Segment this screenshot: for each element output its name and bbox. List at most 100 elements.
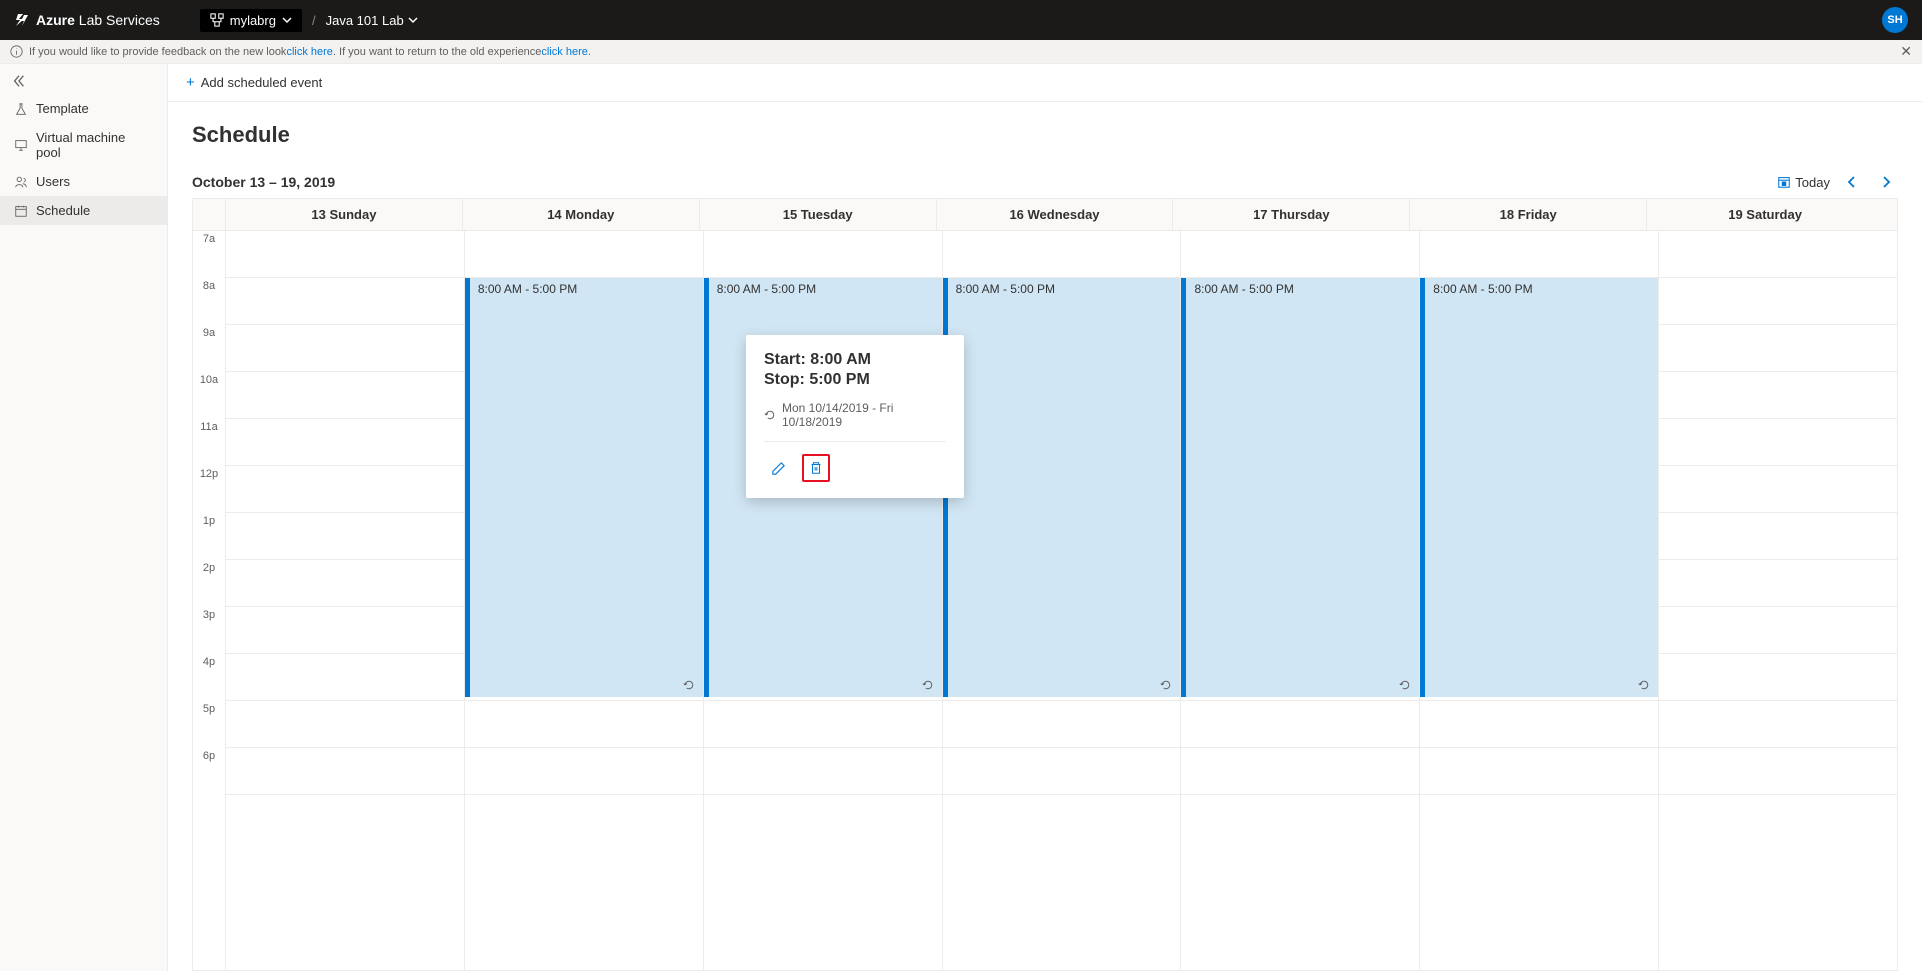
feedback-bar: If you would like to provide feedback on…	[0, 40, 1922, 64]
day-header: 17 Thursday	[1172, 199, 1409, 230]
calendar-icon	[1777, 175, 1791, 189]
event-time-label: 8:00 AM - 5:00 PM	[1433, 282, 1532, 296]
day-grid: 8:00 AM - 5:00 PM 8:00 AM - 5:00 PM 8:00 A…	[225, 231, 1897, 970]
prev-week-button[interactable]	[1840, 174, 1864, 190]
page-body: Schedule October 13 – 19, 2019 Today	[168, 102, 1922, 971]
hour-label: 9a	[193, 325, 225, 372]
hour-label: 1p	[193, 513, 225, 560]
day-header: 15 Tuesday	[699, 199, 936, 230]
hour-label: 6p	[193, 748, 225, 795]
product-name: Azure Lab Services	[36, 12, 160, 28]
feedback-link-new[interactable]: click here	[286, 46, 332, 58]
sidebar-item-label: Template	[36, 101, 89, 116]
content: + Add scheduled event Schedule October 1…	[168, 64, 1922, 971]
toolbar: + Add scheduled event	[168, 64, 1922, 102]
chevron-down-icon	[282, 15, 292, 25]
lab-name-label: Java 101 Lab	[326, 13, 404, 28]
calendar-day-header: 13 Sunday14 Monday15 Tuesday16 Wednesday…	[193, 199, 1897, 231]
feedback-link-old[interactable]: click here	[541, 46, 587, 58]
hour-label: 11a	[193, 419, 225, 466]
hour-label: 7a	[193, 231, 225, 278]
main-area: Template Virtual machine pool Users Sche…	[0, 64, 1922, 971]
add-scheduled-event-button[interactable]: + Add scheduled event	[186, 74, 322, 91]
refresh-icon	[1399, 679, 1411, 691]
sidebar-item-users[interactable]: Users	[0, 167, 167, 196]
hour-label: 10a	[193, 372, 225, 419]
product-logo[interactable]: Azure Lab Services	[14, 12, 160, 28]
flask-icon	[14, 102, 28, 116]
refresh-icon	[683, 679, 695, 691]
event-popup: Start: 8:00 AM Stop: 5:00 PM Mon 10/14/2…	[746, 335, 964, 498]
date-range: October 13 – 19, 2019	[192, 174, 335, 190]
monitor-icon	[14, 138, 28, 152]
event-time-label: 8:00 AM - 5:00 PM	[478, 282, 577, 296]
hour-label: 4p	[193, 654, 225, 701]
refresh-icon	[1638, 679, 1650, 691]
day-header: 16 Wednesday	[936, 199, 1173, 230]
day-header: 13 Sunday	[225, 199, 462, 230]
resource-group-label: mylabrg	[230, 13, 276, 28]
scheduled-event[interactable]: 8:00 AM - 5:00 PM	[943, 278, 1181, 697]
event-time-label: 8:00 AM - 5:00 PM	[1194, 282, 1293, 296]
page-title: Schedule	[192, 122, 1898, 148]
refresh-icon	[1160, 679, 1172, 691]
refresh-icon	[922, 679, 934, 691]
popup-actions	[764, 454, 946, 482]
feedback-text: .	[588, 46, 591, 58]
feedback-text: . If you want to return to the old exper…	[333, 46, 542, 58]
resource-group-icon	[210, 13, 224, 27]
event-time-label: 8:00 AM - 5:00 PM	[717, 282, 816, 296]
lab-selector[interactable]: Java 101 Lab	[326, 13, 418, 28]
hour-label: 2p	[193, 560, 225, 607]
day-column[interactable]	[1658, 231, 1897, 970]
scheduled-event[interactable]: 8:00 AM - 5:00 PM	[1420, 278, 1658, 697]
azure-icon	[14, 12, 30, 28]
user-avatar[interactable]: SH	[1882, 7, 1908, 33]
day-column[interactable]	[225, 231, 464, 970]
refresh-icon	[764, 409, 776, 421]
today-button[interactable]: Today	[1777, 175, 1830, 190]
event-time-label: 8:00 AM - 5:00 PM	[956, 282, 1055, 296]
sidebar-item-label: Virtual machine pool	[36, 130, 153, 160]
day-header: 18 Friday	[1409, 199, 1646, 230]
hour-label: 8a	[193, 278, 225, 325]
sidebar-item-vm-pool[interactable]: Virtual machine pool	[0, 123, 167, 167]
day-column[interactable]: 8:00 AM - 5:00 PM	[1419, 231, 1658, 970]
sidebar-item-template[interactable]: Template	[0, 94, 167, 123]
info-icon	[10, 45, 23, 58]
sidebar-item-label: Users	[36, 174, 70, 189]
day-column[interactable]: 8:00 AM - 5:00 PM	[942, 231, 1181, 970]
resource-group-selector[interactable]: mylabrg	[200, 9, 302, 32]
sidebar-item-schedule[interactable]: Schedule	[0, 196, 167, 225]
plus-icon: +	[186, 74, 195, 91]
day-column[interactable]: 8:00 AM - 5:00 PM	[464, 231, 703, 970]
popup-recurrence-text: Mon 10/14/2019 - Fri 10/18/2019	[782, 401, 946, 429]
next-week-button[interactable]	[1874, 174, 1898, 190]
popup-recurrence-row: Mon 10/14/2019 - Fri 10/18/2019	[764, 401, 946, 442]
users-icon	[14, 175, 28, 189]
hour-label: 12p	[193, 466, 225, 513]
hour-label: 5p	[193, 701, 225, 748]
collapse-sidebar-button[interactable]	[0, 68, 167, 94]
calendar-body[interactable]: 7a8a9a10a11a12p1p2p3p4p5p6p 8:00 AM - 5:…	[193, 231, 1897, 970]
add-button-label: Add scheduled event	[201, 75, 322, 90]
feedback-text: If you would like to provide feedback on…	[29, 46, 286, 58]
breadcrumb: mylabrg / Java 101 Lab	[200, 9, 418, 32]
popup-stop-line: Stop: 5:00 PM	[764, 371, 946, 389]
schedule-header: October 13 – 19, 2019 Today	[192, 174, 1898, 190]
time-gutter: 7a8a9a10a11a12p1p2p3p4p5p6p	[193, 231, 225, 970]
schedule-nav: Today	[1777, 174, 1898, 190]
breadcrumb-separator: /	[312, 13, 316, 28]
close-icon[interactable]: ✕	[1900, 43, 1912, 60]
calendar: 13 Sunday14 Monday15 Tuesday16 Wednesday…	[192, 198, 1898, 971]
scheduled-event[interactable]: 8:00 AM - 5:00 PM	[465, 278, 703, 697]
scheduled-event[interactable]: 8:00 AM - 5:00 PM	[1181, 278, 1419, 697]
day-header: 14 Monday	[462, 199, 699, 230]
hour-label: 3p	[193, 607, 225, 654]
sidebar-item-label: Schedule	[36, 203, 90, 218]
delete-event-button[interactable]	[802, 454, 830, 482]
sidebar: Template Virtual machine pool Users Sche…	[0, 64, 168, 971]
edit-event-button[interactable]	[764, 454, 792, 482]
day-column[interactable]: 8:00 AM - 5:00 PM	[1180, 231, 1419, 970]
popup-start-line: Start: 8:00 AM	[764, 351, 946, 369]
